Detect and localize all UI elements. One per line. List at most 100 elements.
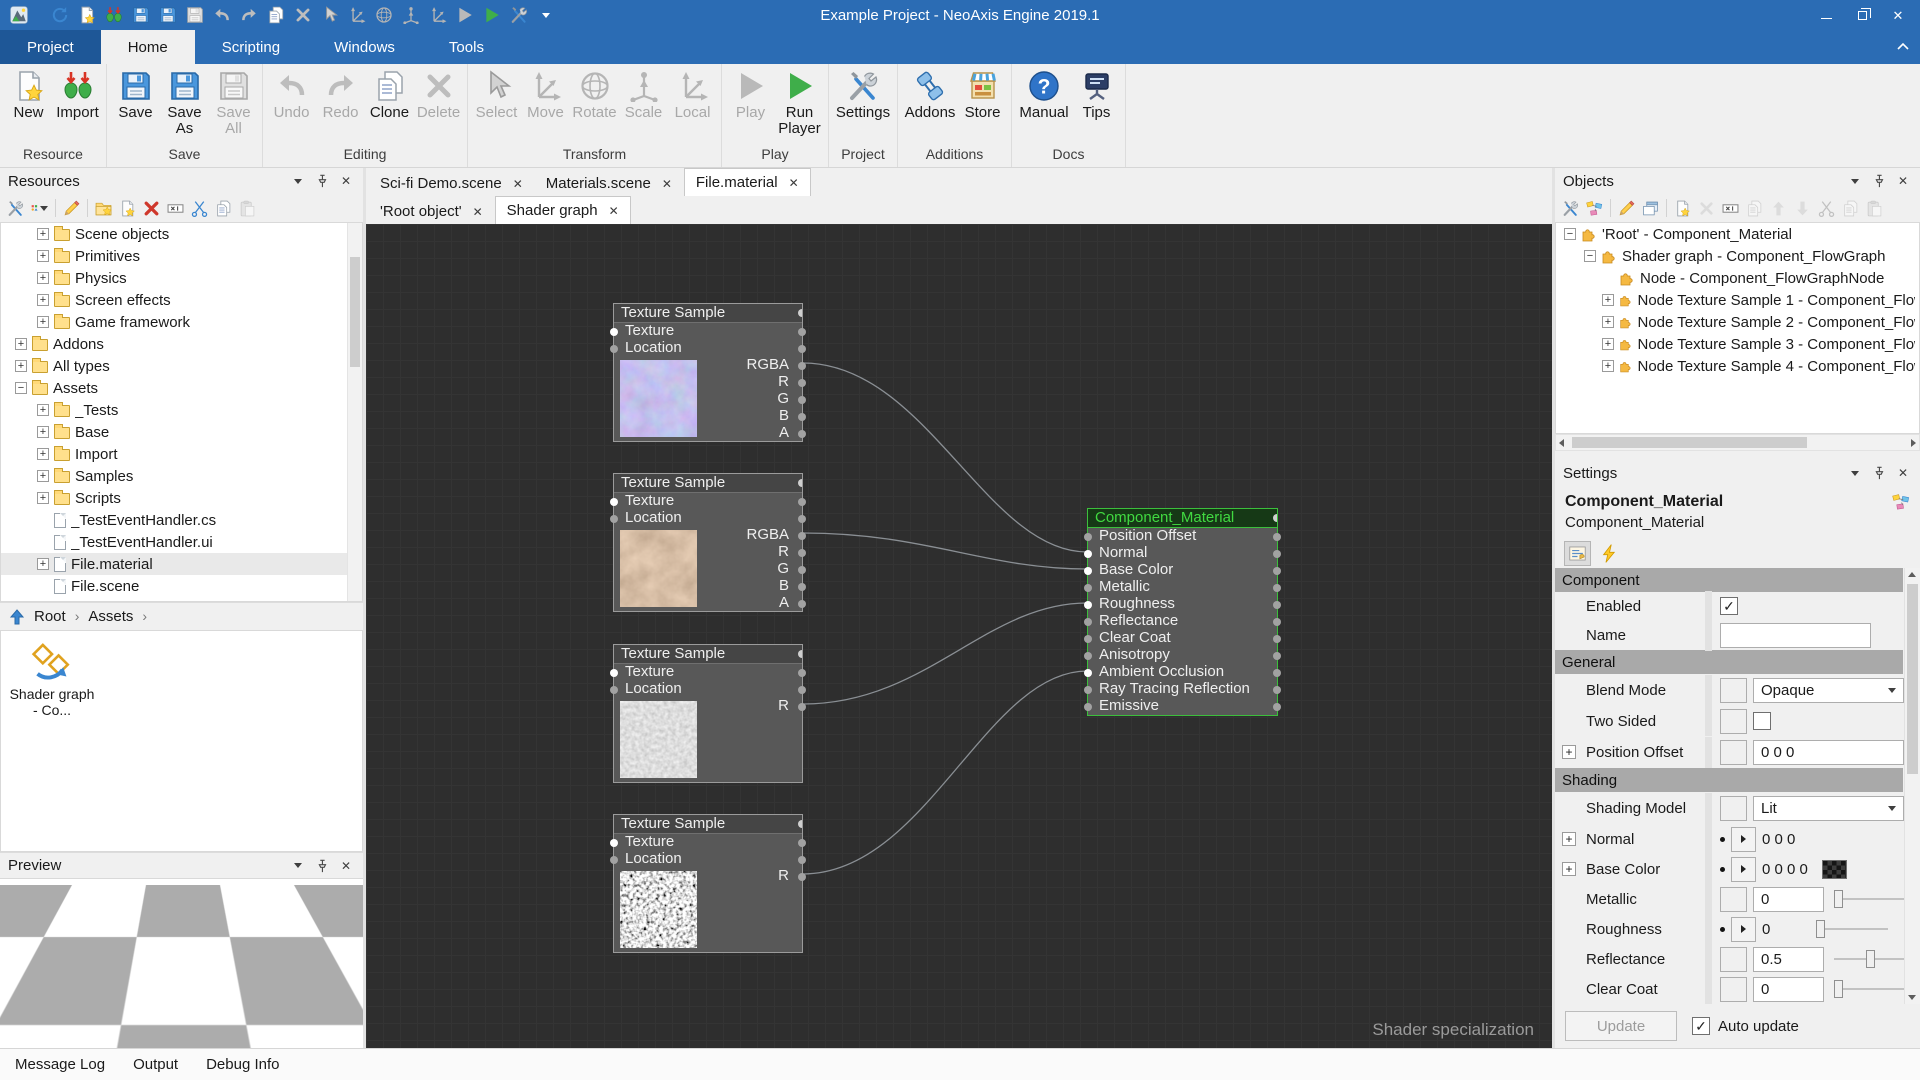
- texture-sample-node-3[interactable]: Texture Sample Texture Location R: [613, 644, 803, 783]
- refresh-icon[interactable]: [51, 6, 69, 24]
- tab-root-object[interactable]: 'Root object'✕: [369, 199, 494, 224]
- tree-item[interactable]: Scene objects: [1, 223, 362, 245]
- input-port-dot[interactable]: [1084, 550, 1092, 558]
- copy-icon[interactable]: [215, 200, 232, 217]
- port-dot[interactable]: [1273, 550, 1281, 558]
- settings-scrollbar[interactable]: [1904, 568, 1920, 1004]
- color-swatch[interactable]: [1822, 860, 1847, 879]
- tab-output[interactable]: Output: [133, 1056, 178, 1073]
- input-port-dot[interactable]: [1084, 567, 1092, 575]
- store-button[interactable]: Store: [958, 66, 1007, 121]
- import-icon[interactable]: [105, 6, 123, 24]
- up-level-icon[interactable]: [9, 609, 25, 625]
- tree-item[interactable]: Physics: [1, 267, 362, 289]
- texture-sample-node-2[interactable]: Texture Sample Texture Location RGBA R G…: [613, 473, 803, 612]
- port-dot[interactable]: [798, 839, 806, 847]
- tips-button[interactable]: Tips: [1072, 66, 1121, 121]
- expander-icon[interactable]: [1602, 360, 1614, 372]
- tab-debug-info[interactable]: Debug Info: [206, 1056, 279, 1073]
- tree-item[interactable]: Node Texture Sample 1 - Component_FlowGr…: [1556, 289, 1919, 311]
- clone-icon[interactable]: [267, 6, 285, 24]
- group-header-shading[interactable]: Shading: [1555, 768, 1903, 792]
- tree-item[interactable]: Primitives: [1, 245, 362, 267]
- close-button[interactable]: ✕: [1880, 3, 1916, 27]
- port-dot[interactable]: [798, 856, 806, 864]
- pin-icon[interactable]: [1870, 465, 1888, 481]
- port-dot[interactable]: [1273, 601, 1281, 609]
- breadcrumb-item-assets[interactable]: Assets: [88, 608, 133, 625]
- enabled-checkbox[interactable]: ✓: [1720, 597, 1738, 615]
- rename-icon[interactable]: [167, 200, 184, 217]
- toolbar-dropdown-icon[interactable]: [537, 6, 555, 24]
- expander-icon[interactable]: [1602, 316, 1614, 328]
- tab-shader-graph[interactable]: Shader graph✕: [495, 196, 631, 224]
- panel-menu-icon[interactable]: [289, 173, 307, 189]
- port-dot[interactable]: [1273, 635, 1281, 643]
- tree-item[interactable]: 'Root' - Component_Material: [1556, 223, 1919, 245]
- flowgraph-icon[interactable]: [1586, 200, 1603, 217]
- new-button[interactable]: New: [4, 66, 53, 121]
- rename-icon[interactable]: [1722, 200, 1739, 217]
- new-object-icon[interactable]: [1674, 200, 1691, 217]
- port-dot[interactable]: [798, 515, 806, 523]
- minimize-button[interactable]: [1808, 3, 1844, 27]
- goto-connection-button[interactable]: [1731, 827, 1756, 852]
- output-port-dot[interactable]: [798, 430, 806, 438]
- port-dot[interactable]: [798, 820, 802, 828]
- port-dot[interactable]: [1273, 669, 1281, 677]
- close-icon[interactable]: ✕: [662, 178, 672, 190]
- input-port-dot[interactable]: [1084, 686, 1092, 694]
- objects-tree[interactable]: 'Root' - Component_Material Shader graph…: [1555, 222, 1920, 434]
- expander-icon[interactable]: [37, 316, 49, 328]
- expander-icon[interactable]: [37, 558, 49, 570]
- menu-tab-windows[interactable]: Windows: [307, 30, 422, 64]
- panel-menu-icon[interactable]: [1846, 173, 1864, 189]
- expander-icon[interactable]: [15, 360, 27, 372]
- port-dot[interactable]: [1273, 514, 1277, 522]
- port-dot[interactable]: [798, 328, 806, 336]
- options-tools-icon[interactable]: [1562, 200, 1579, 217]
- expander-icon[interactable]: [37, 448, 49, 460]
- save-button[interactable]: Save: [111, 66, 160, 121]
- auto-update-option[interactable]: ✓ Auto update: [1692, 1017, 1799, 1035]
- close-icon[interactable]: ✕: [513, 178, 523, 190]
- reflectance-slider[interactable]: [1834, 949, 1906, 969]
- tree-item[interactable]: _TestEventHandler.cs: [1, 509, 362, 531]
- tree-item[interactable]: _TestEventHandler.ui: [1, 531, 362, 553]
- output-port-dot[interactable]: [798, 549, 806, 557]
- input-port-dot[interactable]: [610, 856, 618, 864]
- group-header-component[interactable]: Component: [1555, 568, 1903, 592]
- default-indicator[interactable]: [1720, 678, 1747, 703]
- expand-icon[interactable]: +: [1562, 832, 1576, 846]
- menu-tab-home[interactable]: Home: [101, 30, 195, 64]
- filter-shapes-icon[interactable]: [31, 200, 48, 217]
- tab-materials-scene[interactable]: Materials.scene✕: [535, 171, 683, 196]
- output-port-dot[interactable]: [798, 566, 806, 574]
- pin-icon[interactable]: [313, 858, 331, 874]
- close-icon[interactable]: ✕: [337, 173, 355, 189]
- input-port-dot[interactable]: [610, 839, 618, 847]
- expander-icon[interactable]: [37, 228, 49, 240]
- settings-button[interactable]: Settings: [833, 66, 893, 121]
- asset-list-view[interactable]: Shader graph - Co...: [0, 630, 363, 852]
- delete-icon[interactable]: [143, 200, 160, 217]
- save-as-icon[interactable]: [159, 6, 177, 24]
- tree-item[interactable]: Scripts: [1, 487, 362, 509]
- menu-tab-scripting[interactable]: Scripting: [195, 30, 307, 64]
- input-port-dot[interactable]: [1084, 635, 1092, 643]
- default-indicator[interactable]: [1720, 709, 1747, 734]
- port-dot[interactable]: [1273, 584, 1281, 592]
- default-indicator[interactable]: [1720, 796, 1747, 821]
- tree-item[interactable]: Game framework: [1, 311, 362, 333]
- close-icon[interactable]: ✕: [609, 205, 619, 217]
- breadcrumb-item-root[interactable]: Root: [34, 608, 66, 625]
- input-port-dot[interactable]: [1084, 618, 1092, 626]
- close-icon[interactable]: ✕: [473, 206, 483, 218]
- scroll-up-icon[interactable]: [1908, 572, 1916, 577]
- input-port-dot[interactable]: [1084, 533, 1092, 541]
- tab-events[interactable]: [1596, 541, 1623, 566]
- metallic-field[interactable]: 0: [1753, 887, 1824, 912]
- output-port-dot[interactable]: [798, 413, 806, 421]
- expander-icon[interactable]: [1602, 294, 1614, 306]
- horizontal-scrollbar[interactable]: [1555, 434, 1920, 451]
